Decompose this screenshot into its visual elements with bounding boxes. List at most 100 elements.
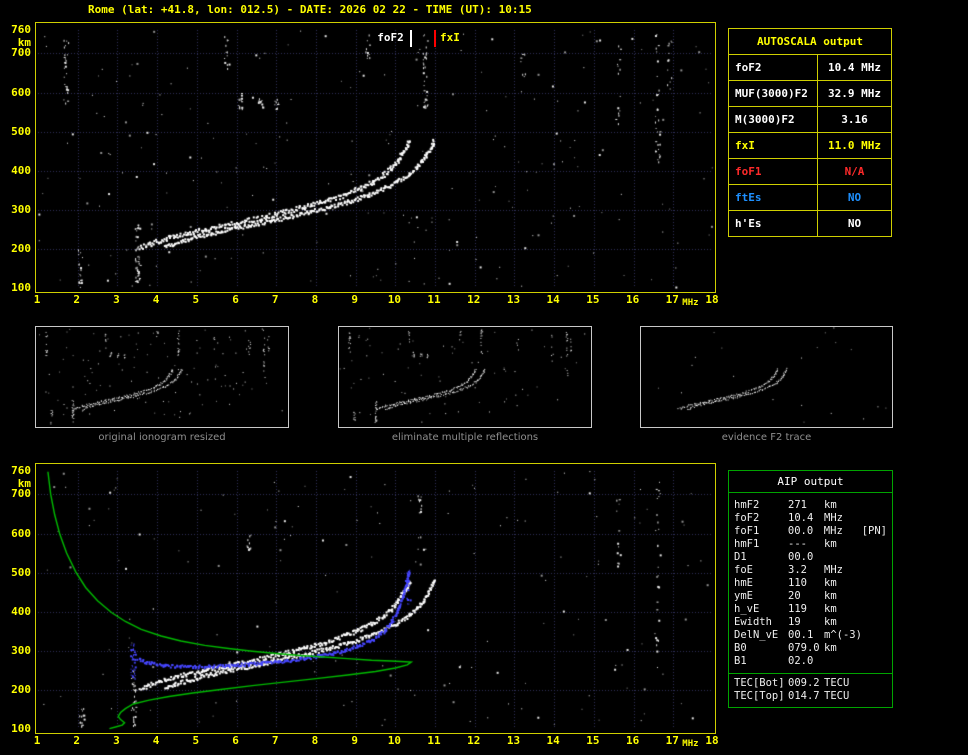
aip-value: 009.2 — [788, 677, 820, 689]
aip-row-TEC[Bot]: TEC[Bot] 009.2 TECU — [734, 677, 888, 690]
thumb-original-ionogram — [35, 326, 289, 428]
x-tick-label: 9 — [351, 293, 358, 306]
aip-name: D1 — [734, 551, 747, 563]
aip-unit: m^(-3) — [824, 629, 862, 641]
autoscala-row-foF1: foF1 N/A — [729, 159, 891, 185]
aip-value: 00.0 — [788, 551, 814, 563]
aip-extra: [PN] — [861, 525, 887, 537]
aip-value: 02.0 — [788, 655, 814, 667]
aip-unit: MHz — [824, 512, 843, 524]
aip-value: 00.0 — [787, 525, 814, 537]
aip-unit: km — [824, 538, 837, 550]
x-tick-label: 14 — [546, 734, 560, 747]
aip-extra — [862, 655, 888, 668]
x-tick-label: 18 — [705, 734, 719, 747]
y-tick-label: 200 — [11, 241, 31, 255]
y-tick-label: 300 — [11, 202, 31, 216]
aip-unit: TECU — [824, 677, 850, 689]
y-axis-unit: km — [17, 477, 31, 490]
aip-value: 119 — [788, 603, 807, 615]
autoscala-row-M(3000)F2: M(3000)F2 3.16 — [729, 107, 891, 133]
aip-tec-section: TEC[Bot] 009.2 TECU TEC[Top] 014.7 TECU — [729, 673, 892, 707]
aip-value: 10.4 — [788, 512, 814, 524]
x-tick-label: 18 — [705, 293, 719, 306]
thumb-evidence-f2 — [640, 326, 893, 428]
y-axis-unit: km — [17, 36, 31, 49]
aip-extra — [862, 538, 888, 551]
x-tick-label: 17 — [665, 734, 679, 747]
aip-name: B0 — [734, 642, 747, 654]
top-ionogram-canvas — [36, 23, 715, 292]
x-tick-label: 6 — [232, 293, 239, 306]
aip-name: foF1 — [734, 525, 760, 537]
x-tick-label: 16 — [625, 734, 640, 747]
y-tick-label: 760 — [11, 464, 31, 477]
autoscala-param-label: MUF(3000)F2 — [729, 81, 818, 106]
page-title: Rome (lat: +41.8, lon: 012.5) - DATE: 20… — [88, 3, 532, 16]
aip-name: hmF2 — [734, 499, 760, 511]
aip-row-D1: D1 00.0 — [734, 551, 888, 564]
aip-unit: km — [824, 642, 837, 654]
autoscala-param-value: 10.4 MHz — [828, 61, 881, 74]
x-tick-label: 13 — [506, 293, 521, 306]
x-tick-label: 17 — [665, 293, 679, 306]
x-tick-label: 4 — [152, 734, 160, 747]
foF2-marker-line — [410, 30, 413, 47]
x-tick-label: 10 — [387, 293, 401, 306]
autoscala-row-fxI: fxI 11.0 MHz — [729, 133, 891, 159]
aip-name: hmF1 — [734, 538, 760, 550]
autoscala-param-value: 3.16 — [841, 113, 868, 126]
top-ionogram-plot: foF2 fxI — [35, 22, 716, 293]
autoscala-row-MUF(3000)F2: MUF(3000)F2 32.9 MHz — [729, 81, 891, 107]
aip-value: 19 — [788, 616, 801, 628]
aip-value: 00.1 — [788, 629, 814, 641]
x-tick-label: 9 — [351, 734, 358, 747]
x-tick-label: 1 — [33, 734, 41, 747]
aip-row-foF1: foF1 00.0 MHz [PN] — [734, 525, 888, 538]
bottom-ionogram-plot — [35, 463, 716, 734]
thumb-caption-evidence: evidence F2 trace — [721, 432, 812, 443]
autoscala-param-label: fxI — [729, 133, 818, 158]
aip-extra — [862, 642, 888, 655]
aip-unit: TECU — [824, 690, 850, 702]
aip-extra — [862, 551, 888, 564]
autoscala-row-foF2: foF2 10.4 MHz — [729, 55, 891, 81]
aip-unit: km — [824, 577, 837, 589]
autoscala-row-h'Es: h'Es NO — [729, 211, 891, 236]
y-tick-label: 600 — [11, 85, 31, 99]
x-tick-label: 6 — [232, 734, 239, 747]
aip-name: TEC[Top] — [734, 690, 785, 702]
x-axis-unit: MHz — [682, 739, 699, 749]
autoscala-param-label: h'Es — [729, 211, 818, 236]
aip-row-foE: foE 3.2 MHz — [734, 564, 888, 577]
aip-row-DelN_vE: DelN_vE 00.1 m^(-3) — [734, 629, 888, 642]
x-tick-label: 2 — [73, 734, 81, 747]
autoscala-param-label: M(3000)F2 — [729, 107, 818, 132]
aip-name: B1 — [734, 655, 747, 667]
aip-name: ymE — [734, 590, 753, 602]
autoscala-param-value: N/A — [844, 165, 865, 178]
y-tick-label: 400 — [11, 163, 31, 177]
autoscala-rows: foF2 10.4 MHz MUF(3000)F2 32.9 MHz M(3000)F2… — [729, 55, 891, 236]
x-axis-unit: MHz — [682, 298, 699, 308]
aip-value: --- — [788, 538, 807, 550]
aip-unit: km — [824, 616, 837, 628]
aip-row-hmF1: hmF1 --- km — [734, 538, 888, 551]
x-tick-label: 10 — [387, 734, 401, 747]
aip-extra — [862, 616, 888, 629]
autoscala-screen: Rome (lat: +41.8, lon: 012.5) - DATE: 20… — [0, 0, 968, 755]
aip-unit — [824, 655, 862, 668]
x-tick-label: 8 — [311, 293, 319, 306]
thumb-eliminate-canvas — [339, 327, 589, 425]
aip-unit — [824, 551, 862, 564]
aip-row-foF2: foF2 10.4 MHz — [734, 512, 888, 525]
x-tick-label: 13 — [506, 734, 521, 747]
x-tick-label: 4 — [152, 293, 160, 306]
autoscala-row-ftEs: ftEs NO — [729, 185, 891, 211]
aip-unit: km — [824, 590, 837, 602]
aip-row-h_vE: h_vE 119 km — [734, 603, 888, 616]
aip-row-hmF2: hmF2 271 km — [734, 499, 888, 512]
aip-extra — [862, 564, 888, 577]
x-tick-label: 14 — [546, 293, 560, 306]
autoscala-param-value: NO — [847, 217, 862, 230]
